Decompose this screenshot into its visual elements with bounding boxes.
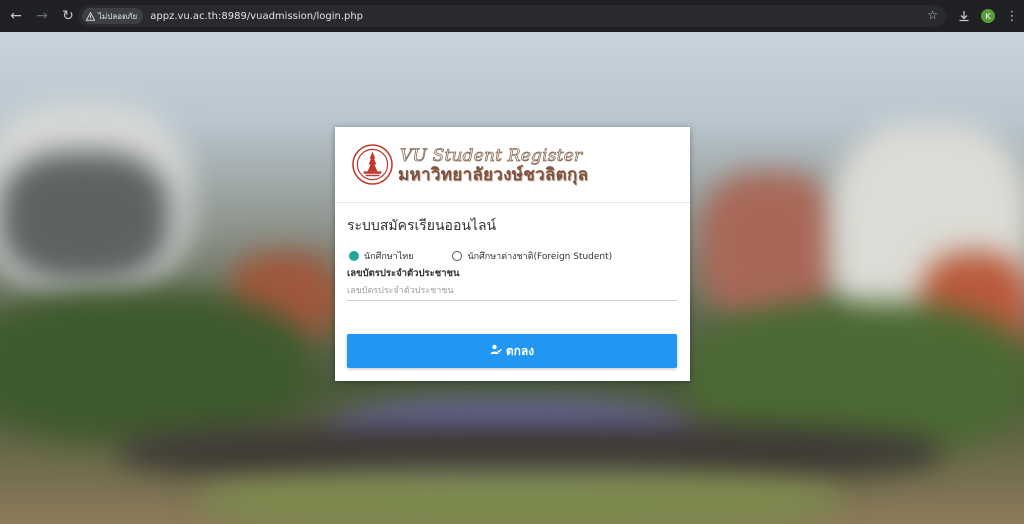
url-text[interactable]: appz.vu.ac.th:8989/vuadmission/login.php: [150, 11, 363, 22]
security-chip[interactable]: ไม่ปลอดภัย: [82, 8, 144, 24]
radio-foreign-label[interactable]: นักศึกษาต่างชาติ(Foreign Student): [467, 249, 612, 263]
profile-avatar[interactable]: K: [976, 4, 1000, 28]
card-header: VU Student Register มหาวิทยาลัยวงษ์ชวลิต…: [335, 127, 690, 203]
user-check-icon: [490, 344, 502, 358]
menu-kebab-icon[interactable]: ⋮: [1000, 4, 1024, 28]
forward-icon[interactable]: →: [30, 4, 54, 28]
brand-thai: มหาวิทยาลัยวงษ์ชวลิตกุล: [398, 165, 589, 185]
id-card-input[interactable]: [347, 282, 677, 301]
address-bar[interactable]: ไม่ปลอดภัย appz.vu.ac.th:8989/vuadmissio…: [78, 5, 946, 27]
id-card-label: เลขบัตรประจำตัวประชาชน: [347, 268, 460, 279]
university-seal-logo: [352, 144, 393, 185]
reload-icon[interactable]: ↻: [56, 4, 80, 28]
profile-initial: K: [981, 9, 995, 23]
browser-toolbar: ← → ↻ ไม่ปลอดภัย appz.vu.ac.th:8989/vuad…: [0, 0, 1024, 32]
warning-icon: [86, 11, 95, 21]
submit-label: ตกลง: [505, 343, 535, 358]
login-card: VU Student Register มหาวิทยาลัยวงษ์ชวลิต…: [335, 127, 690, 381]
download-icon[interactable]: [952, 4, 976, 28]
student-type-radio-group: นักศึกษาไทย นักศึกษาต่างชาติ(Foreign Stu…: [349, 249, 612, 263]
back-icon[interactable]: ←: [4, 4, 28, 28]
submit-button[interactable]: ตกลง: [347, 334, 677, 368]
bookmark-star-icon[interactable]: ☆: [927, 8, 938, 22]
radio-foreign-student[interactable]: [452, 251, 463, 261]
radio-thai-student[interactable]: [349, 251, 359, 261]
form-title: ระบบสมัครเรียนออนไลน์: [347, 218, 497, 234]
security-label: ไม่ปลอดภัย: [98, 11, 138, 21]
radio-thai-label[interactable]: นักศึกษาไทย: [364, 249, 413, 263]
